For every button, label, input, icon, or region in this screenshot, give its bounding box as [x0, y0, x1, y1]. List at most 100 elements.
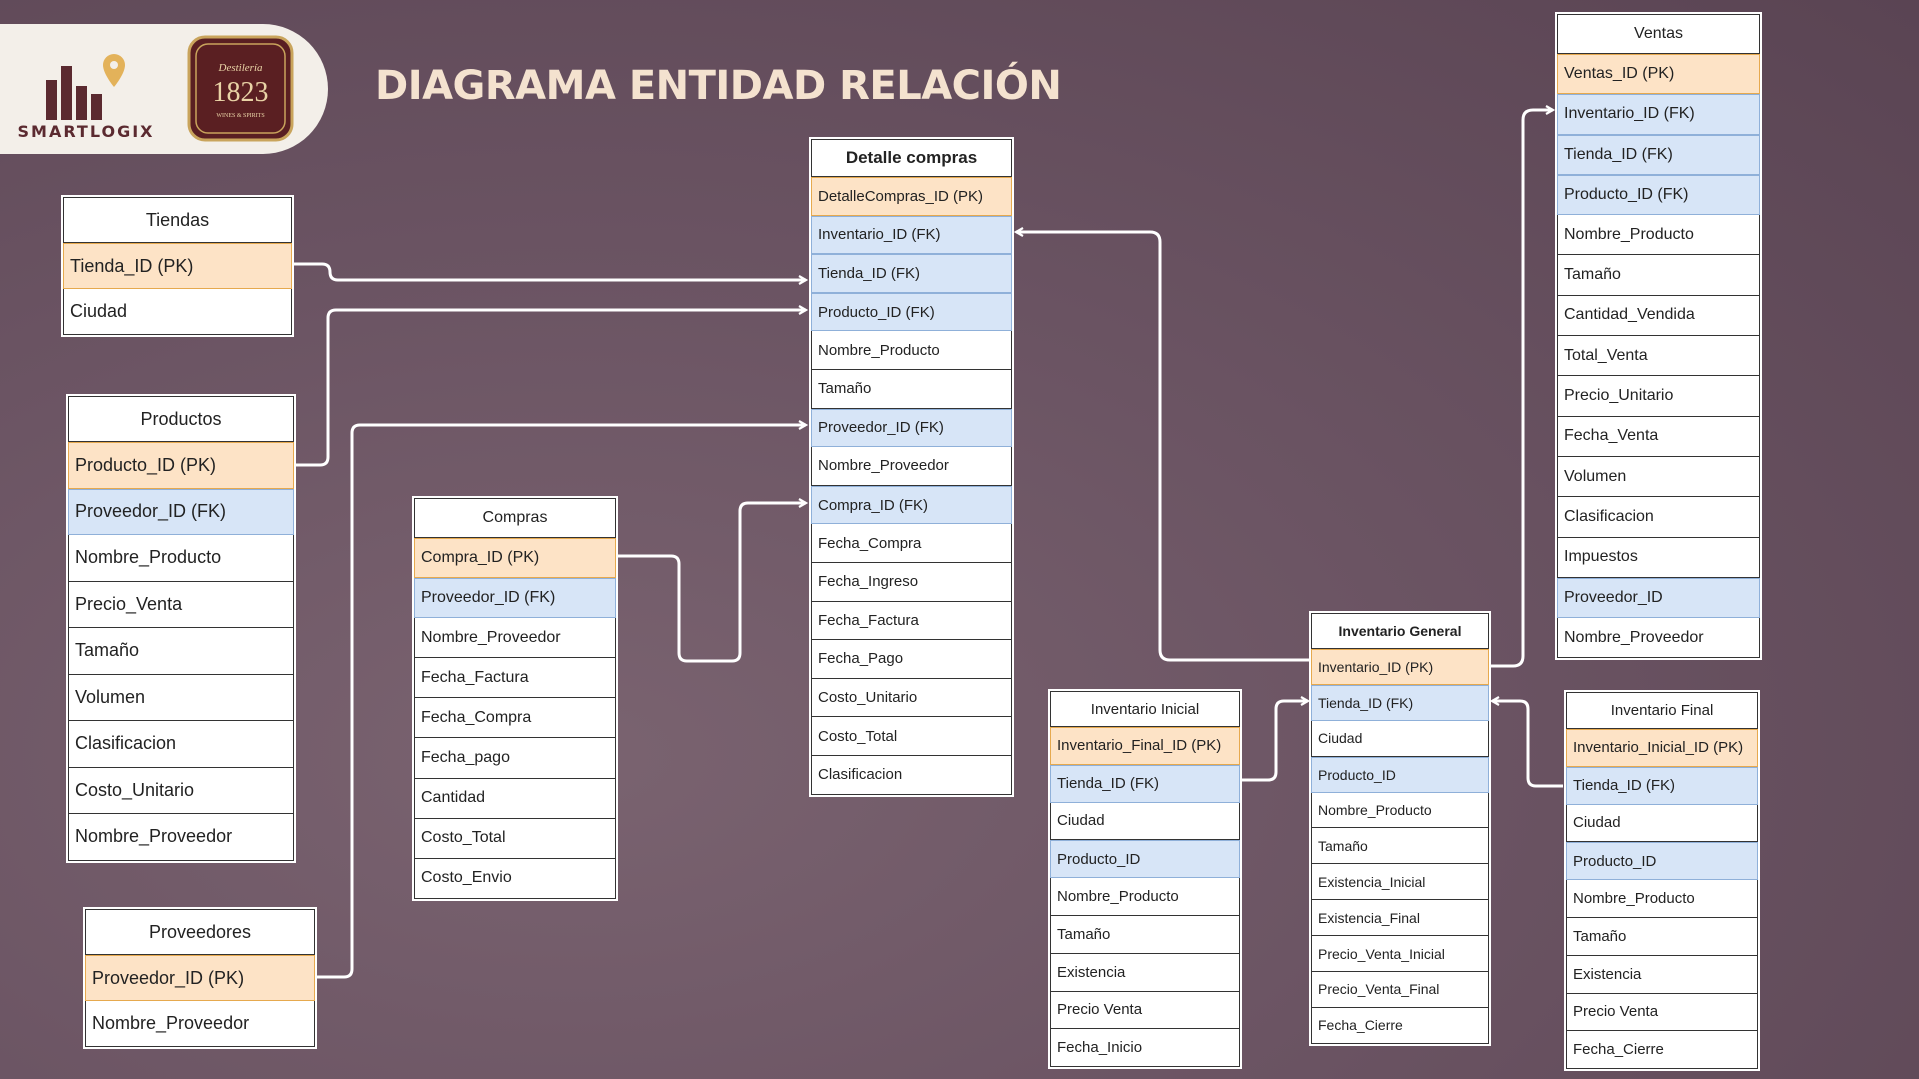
link-invinicial-invgeneral — [1241, 701, 1308, 782]
attribute-field: Total_Venta — [1557, 336, 1760, 377]
attribute-field: Nombre_Proveedor — [85, 1001, 315, 1047]
foreign-key-field: Tienda_ID (FK) — [1050, 764, 1240, 803]
attribute-field: Nombre_Producto — [1311, 792, 1489, 829]
entity-title: Tiendas — [63, 197, 292, 243]
foreign-key-field: Compra_ID (FK) — [811, 485, 1012, 525]
attribute-field: Fecha_Factura — [414, 658, 616, 699]
attribute-field: Nombre_Proveedor — [1557, 618, 1760, 659]
attribute-field: Cantidad_Vendida — [1557, 295, 1760, 337]
attribute-field: Fecha_Ingreso — [811, 562, 1012, 602]
attribute-field: Tamaño — [1566, 917, 1758, 956]
link-invgeneral-ventas — [1490, 110, 1553, 668]
attribute-field: Existencia — [1566, 955, 1758, 994]
entity-title: Detalle compras — [811, 139, 1012, 177]
foreign-key-field: Proveedor_ID (FK) — [811, 408, 1012, 448]
attribute-field: Tamaño — [811, 369, 1012, 409]
entity-compras: Compras Compra_ID (PK) Proveedor_ID (FK) N… — [412, 496, 618, 901]
attribute-field: Ciudad — [1311, 720, 1489, 757]
entity-title: Inventario Final — [1566, 692, 1758, 729]
attribute-field: Fecha_Compra — [811, 524, 1012, 563]
attribute-field: Fecha_Compra — [414, 698, 616, 739]
attribute-field: Fecha_Cierre — [1311, 1007, 1489, 1044]
attribute-field: Precio_Unitario — [1557, 376, 1760, 417]
entity-title: Ventas — [1557, 14, 1760, 54]
link-invgeneral-detalle — [1016, 232, 1310, 662]
attribute-field: Ciudad — [1566, 804, 1758, 843]
attribute-field: Precio_Venta_Final — [1311, 972, 1489, 1008]
foreign-key-field: Tienda_ID (FK) — [811, 254, 1012, 293]
foreign-key-field: Producto_ID — [1311, 756, 1489, 793]
attribute-field: Nombre_Proveedor — [68, 814, 294, 861]
attribute-field: Impuestos — [1557, 537, 1760, 578]
foreign-key-field: Producto_ID — [1566, 842, 1758, 881]
foreign-key-field: Proveedor_ID (FK) — [414, 578, 616, 619]
attribute-field: Clasificacion — [68, 721, 294, 768]
primary-key-field: Tienda_ID (PK) — [63, 243, 292, 289]
attribute-field: Tamaño — [68, 628, 294, 675]
entity-ventas: Ventas Ventas_ID (PK) Inventario_ID (FK) Ti… — [1555, 12, 1762, 661]
entity-inv-inicial: Inventario Inicial Inventario_Final_ID (P… — [1048, 689, 1242, 1070]
attribute-field: Costo_Unitario — [811, 678, 1012, 718]
attribute-field: Precio_Venta — [68, 581, 294, 628]
entity-title: Productos — [68, 396, 294, 442]
foreign-key-field: Producto_ID — [1050, 840, 1240, 879]
attribute-field: Costo_Total — [811, 717, 1012, 756]
entity-inv-general: Inventario General Inventario_ID (PK) Tien… — [1309, 611, 1491, 1046]
attribute-field: Volumen — [1557, 456, 1760, 498]
attribute-field: Fecha_Cierre — [1566, 1031, 1758, 1070]
primary-key-field: Inventario_ID (PK) — [1311, 649, 1489, 685]
attribute-field: Nombre_Producto — [811, 331, 1012, 370]
foreign-key-field: Proveedor_ID — [1557, 577, 1760, 619]
primary-key-field: Inventario_Inicial_ID (PK) — [1566, 729, 1758, 767]
attribute-field: Ciudad — [1050, 802, 1240, 841]
entity-title: Inventario General — [1311, 613, 1489, 649]
attribute-field: Cantidad — [414, 778, 616, 819]
attribute-field: Fecha_Inicio — [1050, 1029, 1240, 1068]
attribute-field: Tamaño — [1557, 255, 1760, 296]
attribute-field: Precio Venta — [1050, 991, 1240, 1030]
link-invfinal-invgeneral — [1492, 701, 1563, 788]
attribute-field: Costo_Unitario — [68, 767, 294, 814]
attribute-field: Costo_Total — [414, 818, 616, 859]
attribute-field: Clasificacion — [1557, 497, 1760, 538]
foreign-key-field: Proveedor_ID (FK) — [68, 488, 294, 535]
attribute-field: Nombre_Producto — [1566, 880, 1758, 918]
entity-detalle: Detalle compras DetalleCompras_ID (PK) Inv… — [809, 137, 1014, 797]
attribute-field: Fecha_Pago — [811, 640, 1012, 679]
attribute-field: Nombre_Producto — [1557, 215, 1760, 256]
attribute-field: Existencia_Final — [1311, 900, 1489, 937]
attribute-field: Clasificacion — [811, 755, 1012, 795]
attribute-field: Fecha_Venta — [1557, 416, 1760, 457]
primary-key-field: Producto_ID (PK) — [68, 442, 294, 489]
attribute-field: Existencia — [1050, 953, 1240, 992]
attribute-field: Ciudad — [63, 289, 292, 335]
link-compras-detalle — [617, 503, 806, 663]
attribute-field: Precio_Venta_Inicial — [1311, 936, 1489, 973]
attribute-field: Nombre_Producto — [1050, 878, 1240, 916]
foreign-key-field: Tienda_ID (FK) — [1557, 134, 1760, 175]
foreign-key-field: Inventario_ID (FK) — [811, 215, 1012, 255]
entity-proveedores: Proveedores Proveedor_ID (PK) Nombre_Prove… — [83, 907, 317, 1049]
entity-title: Proveedores — [85, 909, 315, 955]
primary-key-field: Inventario_Final_ID (PK) — [1050, 727, 1240, 765]
entity-inv-final: Inventario Final Inventario_Inicial_ID (P… — [1564, 690, 1760, 1072]
primary-key-field: Compra_ID (PK) — [414, 538, 616, 579]
attribute-field: Nombre_Proveedor — [811, 447, 1012, 486]
attribute-field: Precio Venta — [1566, 993, 1758, 1032]
entity-tiendas: Tiendas Tienda_ID (PK) Ciudad — [61, 195, 294, 337]
foreign-key-field: Producto_ID (FK) — [811, 292, 1012, 332]
attribute-field: Existencia_Inicial — [1311, 864, 1489, 901]
primary-key-field: Proveedor_ID (PK) — [85, 955, 315, 1001]
attribute-field: Tamaño — [1311, 828, 1489, 865]
entity-productos: Productos Producto_ID (PK) Proveedor_ID (… — [66, 394, 296, 863]
entity-title: Inventario Inicial — [1050, 691, 1240, 727]
attribute-field: Fecha_pago — [414, 738, 616, 779]
link-tiendas-detalle — [293, 262, 806, 280]
foreign-key-field: Tienda_ID (FK) — [1311, 684, 1489, 721]
primary-key-field: DetalleCompras_ID (PK) — [811, 177, 1012, 216]
foreign-key-field: Tienda_ID (FK) — [1566, 766, 1758, 805]
entity-title: Compras — [414, 498, 616, 538]
attribute-field: Nombre_Producto — [68, 535, 294, 582]
attribute-field: Costo_Envio — [414, 858, 616, 899]
attribute-field: Volumen — [68, 674, 294, 721]
